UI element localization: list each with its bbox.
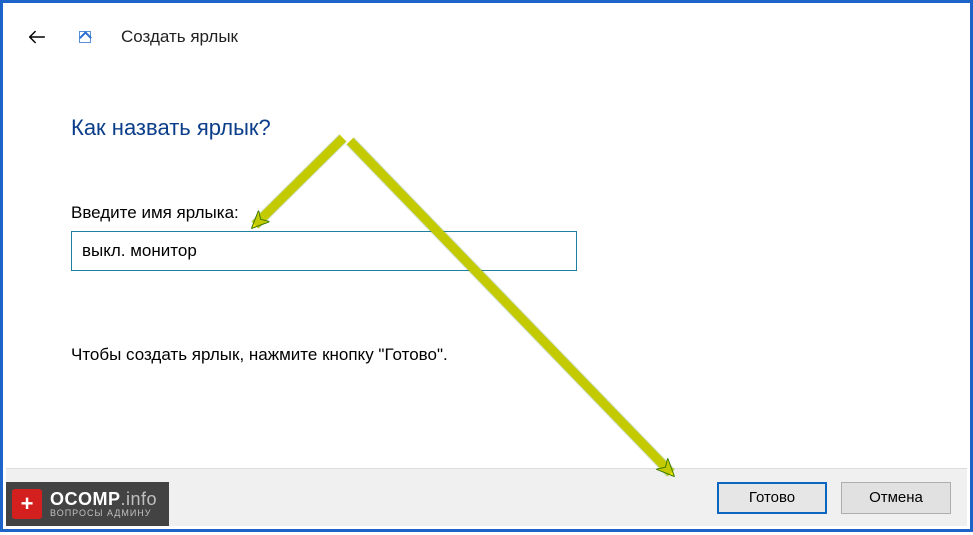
watermark-badge: + OCOMP.info ВОПРОСЫ АДМИНУ [6, 482, 169, 526]
dialog-window: Создать ярлык Как назвать ярлык? Введите… [0, 0, 973, 532]
cancel-button[interactable]: Отмена [841, 482, 951, 514]
watermark-suffix: .info [121, 489, 158, 509]
dialog-header: Создать ярлык [23, 23, 238, 51]
back-button[interactable] [23, 23, 51, 51]
annotation-arrow-to-input [255, 138, 343, 225]
wizard-hint: Чтобы создать ярлык, нажмите кнопку "Гот… [71, 345, 448, 365]
watermark-subtitle: ВОПРОСЫ АДМИНУ [50, 509, 157, 518]
shortcut-name-label: Введите имя ярлыка: [71, 203, 239, 223]
watermark-brand: OCOMP [50, 489, 121, 509]
shortcut-name-input[interactable] [71, 231, 577, 271]
annotation-arrow-to-finish [350, 141, 671, 473]
finish-button[interactable]: Готово [717, 482, 827, 514]
wizard-heading: Как назвать ярлык? [71, 115, 271, 141]
arrow-left-icon [26, 26, 48, 48]
shortcut-overlay-icon [79, 31, 91, 43]
watermark-plus-icon: + [12, 489, 42, 519]
window-title: Создать ярлык [121, 27, 238, 47]
